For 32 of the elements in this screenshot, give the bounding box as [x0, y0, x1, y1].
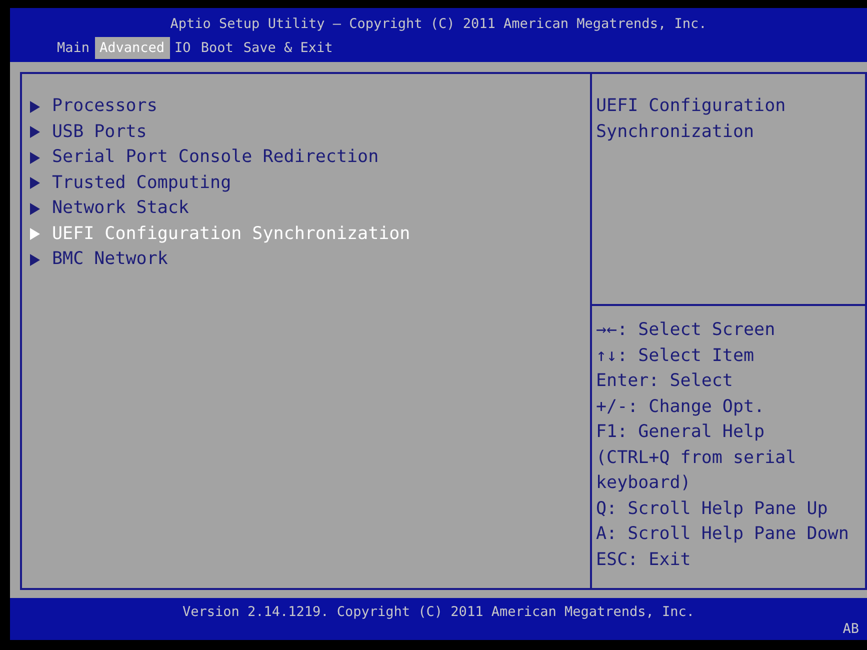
version-text: Version 2.14.1219. Copyright (C) 2011 American Megatrends, Inc. — [181, 603, 696, 622]
help-text: Synchronization — [596, 120, 756, 144]
triangle-icon — [30, 126, 40, 138]
menu-tab[interactable]: Save & Exit — [238, 37, 338, 60]
menu-item[interactable]: Serial Port Console Redirection — [22, 145, 590, 170]
triangle-icon — [30, 152, 40, 164]
key-help-text: →←: Select Screen — [596, 319, 776, 342]
triangle-icon — [30, 100, 40, 113]
status-code: AB — [842, 621, 859, 638]
key-help-text: keyboard) — [596, 472, 692, 495]
key-help-text: +/-: Change Opt. — [596, 396, 766, 418]
menu-item[interactable]: Processors — [22, 94, 590, 120]
triangle-icon — [30, 254, 40, 266]
menu-item[interactable]: USB Ports — [22, 120, 590, 145]
menu-item[interactable]: Trusted Computing — [22, 170, 590, 196]
triangle-icon — [30, 202, 40, 215]
menu-item[interactable]: Network Stack — [22, 196, 590, 222]
key-help-text: (CTRL+Q from serial — [596, 446, 798, 470]
menu-item[interactable]: BMC Network — [22, 247, 590, 272]
menu-tab[interactable]: Boot — [196, 37, 238, 60]
key-help-text: A: Scroll Help Pane Down — [596, 523, 850, 546]
key-help-text: ↑↓: Select Item — [596, 344, 756, 368]
key-help-text: Q: Scroll Help Pane Up — [596, 498, 829, 520]
triangle-icon — [30, 228, 40, 240]
menu-tab[interactable]: Main — [52, 37, 95, 60]
key-help-text: ESC: Exit — [596, 548, 692, 572]
help-text: UEFI Configuration — [596, 95, 787, 118]
key-help-text: F1: General Help — [596, 421, 766, 444]
key-help-text: Enter: Select — [596, 370, 734, 393]
window-title: Aptio Setup Utility – Copyright (C) 2011 American Megatrends, Inc. — [169, 15, 708, 34]
menu-tab[interactable]: IO — [170, 37, 196, 60]
triangle-icon — [30, 177, 40, 190]
